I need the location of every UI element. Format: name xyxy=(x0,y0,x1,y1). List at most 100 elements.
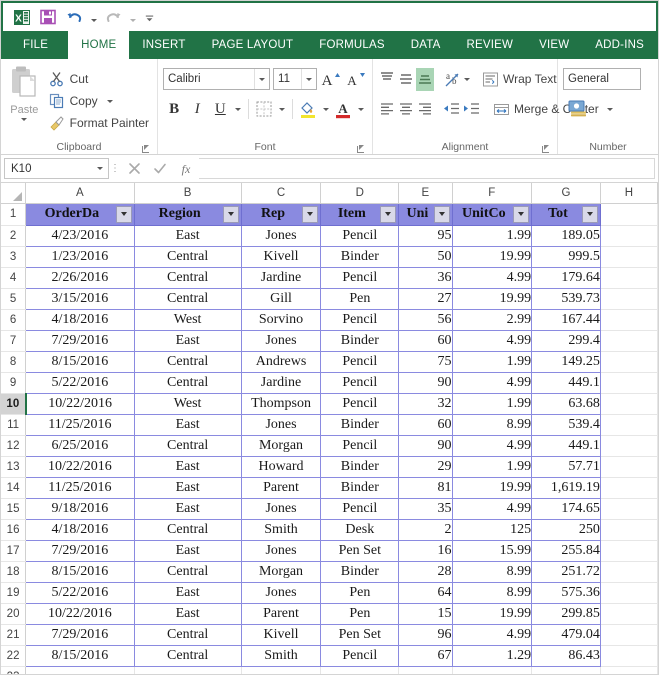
cell-region-18[interactable]: Central xyxy=(134,561,242,583)
cell-unitcost-5[interactable]: 19.99 xyxy=(452,288,533,310)
row-header-18[interactable]: 18 xyxy=(1,561,27,583)
table-header-item[interactable]: Item xyxy=(320,203,400,226)
tab-add-ins[interactable]: ADD-INS xyxy=(582,31,657,59)
alignment-dialog-launcher[interactable] xyxy=(541,145,550,154)
paste-button[interactable]: Paste xyxy=(6,63,43,139)
cell-region-20[interactable]: East xyxy=(134,603,242,625)
cell-item-21[interactable]: Pen Set xyxy=(320,624,400,646)
cell-region-22[interactable]: Central xyxy=(134,645,242,667)
cell-unitcost-17[interactable]: 15.99 xyxy=(452,540,533,562)
cell-unitcost-15[interactable]: 4.99 xyxy=(452,498,533,520)
cell-orderdate-5[interactable]: 3/15/2016 xyxy=(25,288,135,310)
name-box-dropdown-icon[interactable] xyxy=(92,167,108,170)
bold-button[interactable]: B xyxy=(163,98,185,121)
cell-units-10[interactable]: 32 xyxy=(398,393,453,415)
cell-units-8[interactable]: 75 xyxy=(398,351,453,373)
clipboard-dialog-launcher[interactable] xyxy=(141,145,150,154)
column-header-d[interactable]: D xyxy=(320,183,400,204)
orientation-button[interactable]: a b xyxy=(442,68,463,91)
accounting-number-format-button[interactable] xyxy=(563,98,593,121)
cell-total-6[interactable]: 167.44 xyxy=(531,309,601,331)
font-dialog-launcher[interactable] xyxy=(356,145,365,154)
cell-rep-17[interactable]: Jones xyxy=(241,540,322,562)
cell-item-20[interactable]: Pen xyxy=(320,603,400,625)
cell-unitcost-12[interactable]: 4.99 xyxy=(452,435,533,457)
cell-h2[interactable] xyxy=(600,225,658,247)
cell-rep-13[interactable]: Howard xyxy=(241,456,322,478)
cell-orderdate-3[interactable]: 1/23/2016 xyxy=(25,246,135,268)
tab-data[interactable]: DATA xyxy=(398,31,454,59)
cell-rep-10[interactable]: Thompson xyxy=(241,393,322,415)
tab-insert[interactable]: INSERT xyxy=(129,31,198,59)
cell-orderdate-15[interactable]: 9/18/2016 xyxy=(25,498,135,520)
cell-item-17[interactable]: Pen Set xyxy=(320,540,400,562)
cell-rep-12[interactable]: Morgan xyxy=(241,435,322,457)
column-header-g[interactable]: G xyxy=(531,183,601,204)
cell-total-19[interactable]: 575.36 xyxy=(531,582,601,604)
cell-h9[interactable] xyxy=(600,372,658,394)
cell-orderdate-19[interactable]: 5/22/2016 xyxy=(25,582,135,604)
column-header-c[interactable]: C xyxy=(241,183,322,204)
cell-unitcost-3[interactable]: 19.99 xyxy=(452,246,533,268)
font-size-dropdown-icon[interactable] xyxy=(301,69,316,89)
cell-orderdate-6[interactable]: 4/18/2016 xyxy=(25,309,135,331)
row-header-3[interactable]: 3 xyxy=(1,246,27,268)
bottom-align-button[interactable] xyxy=(416,67,434,91)
cell-h10[interactable] xyxy=(600,393,658,415)
cell-h12[interactable] xyxy=(600,435,658,457)
cell-total-17[interactable]: 255.84 xyxy=(531,540,601,562)
cancel-entry-button[interactable] xyxy=(121,158,147,179)
select-all-corner[interactable] xyxy=(1,183,27,204)
cell-rep-22[interactable]: Smith xyxy=(241,645,322,667)
row-header-19[interactable]: 19 xyxy=(1,582,27,604)
fill-color-button[interactable] xyxy=(297,98,319,121)
row-header-8[interactable]: 8 xyxy=(1,351,27,373)
cell-units-11[interactable]: 60 xyxy=(398,414,453,436)
cell-units-4[interactable]: 36 xyxy=(398,267,453,289)
table-header-rep[interactable]: Rep xyxy=(241,203,322,226)
tab-file[interactable]: FILE xyxy=(3,31,69,59)
cell-region-13[interactable]: East xyxy=(134,456,242,478)
cell-region-23[interactable] xyxy=(134,666,242,674)
font-name-dropdown-icon[interactable] xyxy=(254,69,269,89)
middle-align-button[interactable] xyxy=(397,68,415,91)
cell-h13[interactable] xyxy=(600,456,658,478)
cell-orderdate-10[interactable]: 10/22/2016 xyxy=(25,393,135,415)
cell-rep-18[interactable]: Morgan xyxy=(241,561,322,583)
cell-item-4[interactable]: Pencil xyxy=(320,267,400,289)
cell-item-12[interactable]: Pencil xyxy=(320,435,400,457)
tab-formulas[interactable]: FORMULAS xyxy=(306,31,398,59)
cell-region-8[interactable]: Central xyxy=(134,351,242,373)
filter-button-region[interactable] xyxy=(222,205,239,223)
redo-dropdown-icon[interactable] xyxy=(128,7,137,27)
copy-dropdown-icon[interactable] xyxy=(106,99,113,103)
cell-item-22[interactable]: Pencil xyxy=(320,645,400,667)
cell-unitcost-23[interactable] xyxy=(452,666,533,674)
cell-item-6[interactable]: Pencil xyxy=(320,309,400,331)
cell-rep-6[interactable]: Sorvino xyxy=(241,309,322,331)
cut-button[interactable]: Cut xyxy=(46,68,152,90)
table-header-total[interactable]: Tot xyxy=(531,203,601,226)
cell-orderdate-7[interactable]: 7/29/2016 xyxy=(25,330,135,352)
filter-button-unitcost[interactable] xyxy=(513,205,530,223)
cell-h21[interactable] xyxy=(600,624,658,646)
column-header-b[interactable]: B xyxy=(134,183,242,204)
row-header-12[interactable]: 12 xyxy=(1,435,27,457)
cell-units-20[interactable]: 15 xyxy=(398,603,453,625)
insert-function-button[interactable]: fx xyxy=(173,158,199,179)
row-header-9[interactable]: 9 xyxy=(1,372,27,394)
cell-unitcost-11[interactable]: 8.99 xyxy=(452,414,533,436)
align-center-button[interactable] xyxy=(397,98,415,121)
cell-rep-4[interactable]: Jardine xyxy=(241,267,322,289)
formula-bar-grip[interactable]: ⋮ xyxy=(109,159,121,179)
row-header-14[interactable]: 14 xyxy=(1,477,27,499)
cell-orderdate-8[interactable]: 8/15/2016 xyxy=(25,351,135,373)
cell-unitcost-7[interactable]: 4.99 xyxy=(452,330,533,352)
cell-total-13[interactable]: 57.71 xyxy=(531,456,601,478)
font-color-dropdown-icon[interactable] xyxy=(355,98,367,121)
cell-h3[interactable] xyxy=(600,246,658,268)
cell-item-8[interactable]: Pencil xyxy=(320,351,400,373)
cell-total-21[interactable]: 479.04 xyxy=(531,624,601,646)
cell-region-6[interactable]: West xyxy=(134,309,242,331)
cell-orderdate-9[interactable]: 5/22/2016 xyxy=(25,372,135,394)
